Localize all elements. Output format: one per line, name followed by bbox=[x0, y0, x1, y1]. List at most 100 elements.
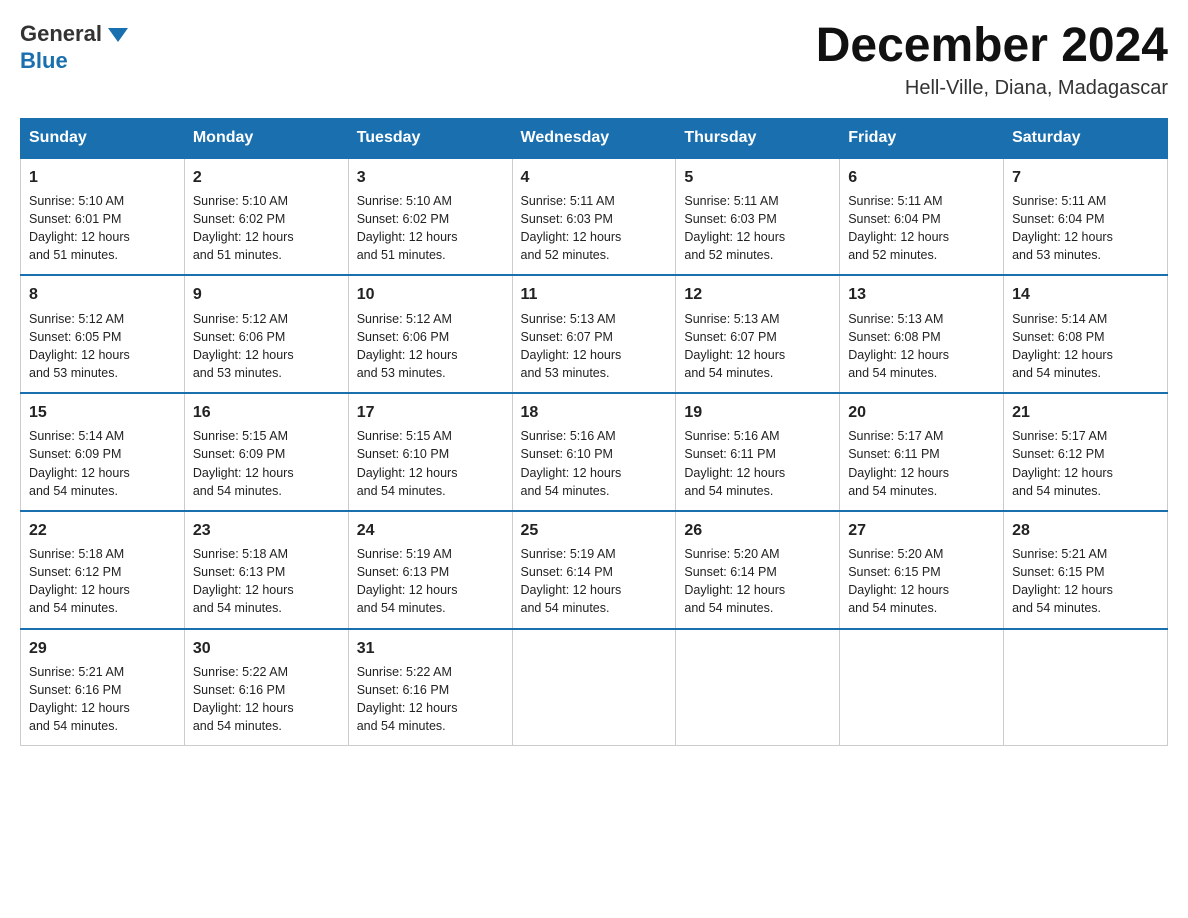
day-info: Sunrise: 5:10 AMSunset: 6:02 PMDaylight:… bbox=[193, 192, 340, 265]
day-number: 1 bbox=[29, 166, 176, 189]
calendar-header-row: Sunday Monday Tuesday Wednesday Thursday… bbox=[21, 118, 1168, 158]
day-info: Sunrise: 5:10 AMSunset: 6:02 PMDaylight:… bbox=[357, 192, 504, 265]
day-info: Sunrise: 5:18 AMSunset: 6:13 PMDaylight:… bbox=[193, 545, 340, 618]
calendar-cell: 28 Sunrise: 5:21 AMSunset: 6:15 PMDayligh… bbox=[1004, 511, 1168, 629]
calendar-cell bbox=[1004, 629, 1168, 746]
header-thursday: Thursday bbox=[676, 118, 840, 158]
calendar-cell bbox=[840, 629, 1004, 746]
header-friday: Friday bbox=[840, 118, 1004, 158]
day-number: 13 bbox=[848, 283, 995, 306]
day-info: Sunrise: 5:11 AMSunset: 6:03 PMDaylight:… bbox=[521, 192, 668, 265]
calendar-cell: 15Sunrise: 5:14 AMSunset: 6:09 PMDayligh… bbox=[21, 393, 185, 511]
day-info: Sunrise: 5:12 AMSunset: 6:06 PMDaylight:… bbox=[193, 310, 340, 383]
calendar-cell: 13Sunrise: 5:13 AMSunset: 6:08 PMDayligh… bbox=[840, 275, 1004, 393]
calendar-cell: 12 Sunrise: 5:13 AMSunset: 6:07 PMDayligh… bbox=[676, 275, 840, 393]
day-number: 29 bbox=[29, 637, 176, 660]
calendar-cell: 17 Sunrise: 5:15 AMSunset: 6:10 PMDayligh… bbox=[348, 393, 512, 511]
location-subtitle: Hell-Ville, Diana, Madagascar bbox=[816, 77, 1168, 100]
day-info: Sunrise: 5:16 AMSunset: 6:10 PMDaylight:… bbox=[521, 427, 668, 500]
calendar-cell: 2 Sunrise: 5:10 AMSunset: 6:02 PMDaylight… bbox=[184, 158, 348, 276]
calendar-cell: 19 Sunrise: 5:16 AMSunset: 6:11 PMDayligh… bbox=[676, 393, 840, 511]
day-number: 8 bbox=[29, 283, 176, 306]
day-info: Sunrise: 5:11 AMSunset: 6:04 PMDaylight:… bbox=[848, 192, 995, 265]
day-info: Sunrise: 5:22 AMSunset: 6:16 PMDaylight:… bbox=[193, 663, 340, 736]
week-row-3: 15Sunrise: 5:14 AMSunset: 6:09 PMDayligh… bbox=[21, 393, 1168, 511]
day-info: Sunrise: 5:17 AMSunset: 6:12 PMDaylight:… bbox=[1012, 427, 1159, 500]
day-number: 26 bbox=[684, 519, 831, 542]
day-number: 27 bbox=[848, 519, 995, 542]
calendar-cell: 14 Sunrise: 5:14 AMSunset: 6:08 PMDayligh… bbox=[1004, 275, 1168, 393]
day-number: 14 bbox=[1012, 283, 1159, 306]
calendar-cell: 18 Sunrise: 5:16 AMSunset: 6:10 PMDayligh… bbox=[512, 393, 676, 511]
day-number: 9 bbox=[193, 283, 340, 306]
header-sunday: Sunday bbox=[21, 118, 185, 158]
day-info: Sunrise: 5:15 AMSunset: 6:10 PMDaylight:… bbox=[357, 427, 504, 500]
header-saturday: Saturday bbox=[1004, 118, 1168, 158]
calendar-cell: 22Sunrise: 5:18 AMSunset: 6:12 PMDayligh… bbox=[21, 511, 185, 629]
week-row-4: 22Sunrise: 5:18 AMSunset: 6:12 PMDayligh… bbox=[21, 511, 1168, 629]
week-row-1: 1Sunrise: 5:10 AMSunset: 6:01 PMDaylight… bbox=[21, 158, 1168, 276]
day-info: Sunrise: 5:20 AMSunset: 6:14 PMDaylight:… bbox=[684, 545, 831, 618]
calendar-cell: 21 Sunrise: 5:17 AMSunset: 6:12 PMDayligh… bbox=[1004, 393, 1168, 511]
day-number: 23 bbox=[193, 519, 340, 542]
calendar-cell: 16Sunrise: 5:15 AMSunset: 6:09 PMDayligh… bbox=[184, 393, 348, 511]
calendar-cell: 10Sunrise: 5:12 AMSunset: 6:06 PMDayligh… bbox=[348, 275, 512, 393]
day-number: 10 bbox=[357, 283, 504, 306]
day-number: 15 bbox=[29, 401, 176, 424]
day-info: Sunrise: 5:19 AMSunset: 6:13 PMDaylight:… bbox=[357, 545, 504, 618]
page-header: General Blue December 2024 Hell-Ville, D… bbox=[20, 20, 1168, 100]
day-info: Sunrise: 5:13 AMSunset: 6:07 PMDaylight:… bbox=[521, 310, 668, 383]
month-title: December 2024 bbox=[816, 20, 1168, 73]
day-number: 11 bbox=[521, 283, 668, 306]
day-number: 2 bbox=[193, 166, 340, 189]
day-number: 25 bbox=[521, 519, 668, 542]
day-number: 5 bbox=[684, 166, 831, 189]
day-info: Sunrise: 5:20 AMSunset: 6:15 PMDaylight:… bbox=[848, 545, 995, 618]
day-number: 31 bbox=[357, 637, 504, 660]
day-number: 19 bbox=[684, 401, 831, 424]
calendar-cell: 25 Sunrise: 5:19 AMSunset: 6:14 PMDayligh… bbox=[512, 511, 676, 629]
day-info: Sunrise: 5:19 AMSunset: 6:14 PMDaylight:… bbox=[521, 545, 668, 618]
day-number: 20 bbox=[848, 401, 995, 424]
calendar-cell bbox=[512, 629, 676, 746]
calendar-cell: 1Sunrise: 5:10 AMSunset: 6:01 PMDaylight… bbox=[21, 158, 185, 276]
day-number: 3 bbox=[357, 166, 504, 189]
calendar-cell: 4 Sunrise: 5:11 AMSunset: 6:03 PMDaylight… bbox=[512, 158, 676, 276]
day-number: 12 bbox=[684, 283, 831, 306]
calendar-cell: 11 Sunrise: 5:13 AMSunset: 6:07 PMDayligh… bbox=[512, 275, 676, 393]
day-info: Sunrise: 5:16 AMSunset: 6:11 PMDaylight:… bbox=[684, 427, 831, 500]
day-info: Sunrise: 5:12 AMSunset: 6:05 PMDaylight:… bbox=[29, 310, 176, 383]
calendar-cell: 24 Sunrise: 5:19 AMSunset: 6:13 PMDayligh… bbox=[348, 511, 512, 629]
day-info: Sunrise: 5:21 AMSunset: 6:15 PMDaylight:… bbox=[1012, 545, 1159, 618]
calendar-cell: 29Sunrise: 5:21 AMSunset: 6:16 PMDayligh… bbox=[21, 629, 185, 746]
day-number: 28 bbox=[1012, 519, 1159, 542]
day-number: 30 bbox=[193, 637, 340, 660]
header-monday: Monday bbox=[184, 118, 348, 158]
calendar-cell: 30 Sunrise: 5:22 AMSunset: 6:16 PMDayligh… bbox=[184, 629, 348, 746]
calendar-cell: 20Sunrise: 5:17 AMSunset: 6:11 PMDayligh… bbox=[840, 393, 1004, 511]
day-number: 17 bbox=[357, 401, 504, 424]
day-number: 6 bbox=[848, 166, 995, 189]
day-info: Sunrise: 5:11 AMSunset: 6:04 PMDaylight:… bbox=[1012, 192, 1159, 265]
title-block: December 2024 Hell-Ville, Diana, Madagas… bbox=[816, 20, 1168, 100]
day-info: Sunrise: 5:13 AMSunset: 6:07 PMDaylight:… bbox=[684, 310, 831, 383]
week-row-5: 29Sunrise: 5:21 AMSunset: 6:16 PMDayligh… bbox=[21, 629, 1168, 746]
calendar-table: Sunday Monday Tuesday Wednesday Thursday… bbox=[20, 118, 1168, 746]
logo: General Blue bbox=[20, 20, 132, 74]
calendar-cell: 9 Sunrise: 5:12 AMSunset: 6:06 PMDaylight… bbox=[184, 275, 348, 393]
logo-icon bbox=[104, 20, 132, 48]
calendar-cell: 27 Sunrise: 5:20 AMSunset: 6:15 PMDayligh… bbox=[840, 511, 1004, 629]
calendar-cell: 5 Sunrise: 5:11 AMSunset: 6:03 PMDaylight… bbox=[676, 158, 840, 276]
day-info: Sunrise: 5:11 AMSunset: 6:03 PMDaylight:… bbox=[684, 192, 831, 265]
calendar-cell bbox=[676, 629, 840, 746]
header-wednesday: Wednesday bbox=[512, 118, 676, 158]
header-tuesday: Tuesday bbox=[348, 118, 512, 158]
day-number: 21 bbox=[1012, 401, 1159, 424]
day-number: 4 bbox=[521, 166, 668, 189]
calendar-cell: 26 Sunrise: 5:20 AMSunset: 6:14 PMDayligh… bbox=[676, 511, 840, 629]
day-info: Sunrise: 5:14 AMSunset: 6:08 PMDaylight:… bbox=[1012, 310, 1159, 383]
day-number: 18 bbox=[521, 401, 668, 424]
logo-blue-text: Blue bbox=[20, 48, 68, 73]
calendar-cell: 6 Sunrise: 5:11 AMSunset: 6:04 PMDaylight… bbox=[840, 158, 1004, 276]
day-number: 24 bbox=[357, 519, 504, 542]
